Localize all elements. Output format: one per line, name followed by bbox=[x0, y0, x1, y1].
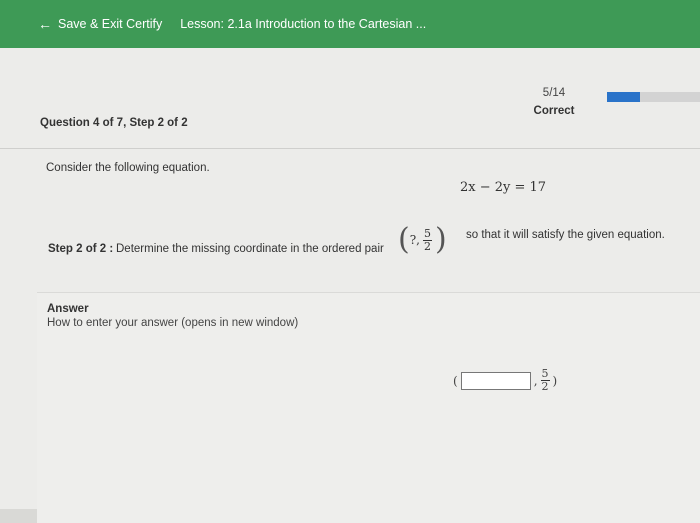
answer-title: Answer bbox=[47, 303, 89, 315]
answer-comma: , bbox=[533, 373, 538, 388]
step-label: Step 2 of 2 : bbox=[48, 243, 114, 255]
progress-fill bbox=[607, 92, 641, 102]
fraction-denominator: 2 bbox=[423, 239, 431, 253]
equation: 2x − 2y = 17 bbox=[460, 180, 547, 195]
fraction-numerator: 5 bbox=[422, 226, 432, 241]
instruction-tail: so that it will satisfy the given equati… bbox=[466, 229, 665, 241]
how-to-enter-link[interactable]: How to enter your answer (opens in new w… bbox=[47, 317, 298, 329]
answer-fraction: 5 2 bbox=[540, 368, 550, 393]
pair-comma: , bbox=[416, 233, 420, 247]
score-block: 5/14 Correct bbox=[528, 84, 580, 120]
question-panel: Question 4 of 7, Step 2 of 2 5/14 Correc… bbox=[0, 48, 700, 523]
score-value: 5/14 bbox=[542, 87, 566, 99]
answer-pair: ( , 5 2 ) bbox=[453, 368, 557, 393]
answer-section: Answer How to enter your answer (opens i… bbox=[37, 292, 700, 523]
divider bbox=[0, 148, 700, 149]
top-bar: ← Save & Exit Certify Lesson: 2.1a Intro… bbox=[0, 0, 700, 48]
back-arrow-icon: ← bbox=[38, 16, 52, 32]
save-exit-label: Save & Exit Certify bbox=[58, 17, 163, 31]
progress-bar bbox=[607, 92, 700, 102]
question-label: Question 4 of 7, Step 2 of 2 bbox=[40, 117, 188, 129]
instruction-text: Determine the missing coordinate in the … bbox=[116, 243, 384, 255]
save-exit-button[interactable]: ← Save & Exit Certify bbox=[38, 17, 162, 31]
problem-prompt: Consider the following equation. bbox=[46, 162, 210, 174]
answer-denominator: 2 bbox=[541, 380, 549, 393]
answer-open-paren: ( bbox=[453, 373, 458, 388]
score-status: Correct bbox=[533, 105, 575, 117]
pair-fraction: 5 2 bbox=[422, 226, 432, 253]
answer-close-paren: ) bbox=[552, 373, 558, 388]
ordered-pair: ( ? , 5 2 ) bbox=[398, 220, 447, 260]
answer-input[interactable] bbox=[460, 371, 531, 390]
right-paren: ) bbox=[434, 222, 447, 257]
step-instruction: Step 2 of 2 : Determine the missing coor… bbox=[48, 210, 700, 260]
lesson-title: Lesson: 2.1a Introduction to the Cartesi… bbox=[180, 17, 427, 31]
left-paren: ( bbox=[398, 222, 410, 257]
